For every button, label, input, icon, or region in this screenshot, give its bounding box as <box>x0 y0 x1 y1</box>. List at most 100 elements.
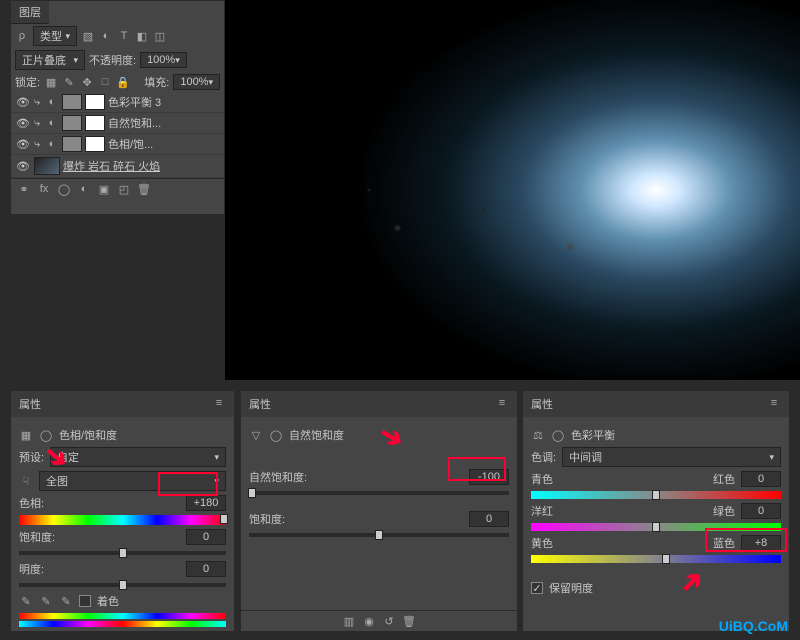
fx-icon[interactable]: fx <box>37 182 51 196</box>
sat-input[interactable]: 0 <box>469 511 509 527</box>
adj-thumb <box>62 136 82 152</box>
new-layer-icon[interactable]: ◰ <box>117 182 131 196</box>
opacity-input[interactable]: 100%▾ <box>140 52 187 68</box>
gradient-strip-top <box>19 613 226 619</box>
lightness-label: 明度: <box>19 561 44 577</box>
adj-thumb <box>62 94 82 110</box>
tone-label: 色调: <box>531 449 556 465</box>
layer-row[interactable]: 👁 ⤷ ◐ 色彩平衡 3 <box>11 92 224 113</box>
mask-indicator-icon: ◯ <box>39 428 53 442</box>
panel-menu-icon[interactable]: ≡ <box>212 396 226 410</box>
adjustment-name: 色相/饱和度 <box>59 427 117 443</box>
adjustment-filter-icon[interactable]: ◐ <box>99 29 113 43</box>
lock-label: 锁定: <box>15 74 40 90</box>
layer-name[interactable]: 爆炸 岩石 碎石 火焰 <box>63 158 160 174</box>
fill-input[interactable]: 100%▾ <box>173 74 220 90</box>
view-previous-icon[interactable]: ◉ <box>362 614 376 628</box>
shape-filter-icon[interactable]: ◧ <box>135 29 149 43</box>
visibility-icon[interactable]: 👁 <box>15 117 31 130</box>
trash-icon[interactable]: 🗑 <box>137 182 151 196</box>
adjustment-icon: ◐ <box>45 137 59 151</box>
layer-row[interactable]: 👁 ⤷ ◐ 自然饱和... <box>11 113 224 134</box>
adjustment-name: 自然饱和度 <box>289 427 344 443</box>
hue-sat-panel: 属性≡ ▦◯色相/饱和度 预设:自定▾ ☟全图▾ 色相:+180 饱和度:0 明… <box>10 390 235 632</box>
adj-thumb <box>62 115 82 131</box>
green-label: 绿色 <box>713 503 735 519</box>
yellow-label: 黄色 <box>531 535 553 551</box>
hue-slider[interactable] <box>19 515 226 525</box>
eyedropper-minus-icon[interactable]: ✎ <box>59 594 73 608</box>
link-icon[interactable]: ⚭ <box>17 182 31 196</box>
visibility-icon[interactable]: 👁 <box>15 160 31 173</box>
sat-label: 饱和度: <box>249 511 285 527</box>
mask-thumb[interactable] <box>85 94 105 110</box>
sat-input[interactable]: 0 <box>186 529 226 545</box>
panel-title: 属性 <box>249 396 271 412</box>
new-adjust-icon[interactable]: ◐ <box>77 182 91 196</box>
layer-name[interactable]: 自然饱和... <box>108 115 161 131</box>
mask-thumb[interactable] <box>85 115 105 131</box>
gradient-strip-bottom <box>19 621 226 627</box>
image-filter-icon[interactable]: ▧ <box>81 29 95 43</box>
sat-label: 饱和度: <box>19 529 55 545</box>
visibility-icon[interactable]: 👁 <box>15 138 31 151</box>
lightness-slider[interactable] <box>19 583 226 587</box>
eyedropper-plus-icon[interactable]: ✎ <box>39 594 53 608</box>
filter-type-dropdown[interactable]: 类型▾ <box>33 26 77 46</box>
highlight-box <box>158 472 218 496</box>
preset-dropdown[interactable]: 自定▾ <box>50 447 226 467</box>
layer-row[interactable]: 👁 ⤷ ◐ 色相/饱... <box>11 134 224 155</box>
cr-input[interactable]: 0 <box>741 471 781 487</box>
panel-menu-icon[interactable]: ≡ <box>767 396 781 410</box>
vibrance-panel: 属性≡ ▽◯自然饱和度 自然饱和度:-100 饱和度:0 ▥ ◉ ↺ 🗑 <box>240 390 518 632</box>
lock-position-icon[interactable]: ✥ <box>80 75 94 89</box>
layer-name[interactable]: 色彩平衡 3 <box>108 94 161 110</box>
mask-indicator-icon: ◯ <box>551 428 565 442</box>
mg-input[interactable]: 0 <box>741 503 781 519</box>
hue-input[interactable]: +180 <box>186 495 226 511</box>
colorize-label: 着色 <box>97 593 119 609</box>
layers-tab[interactable]: 图层 <box>11 1 49 24</box>
tone-dropdown[interactable]: 中间调▾ <box>562 447 781 467</box>
balance-icon: ⚖ <box>531 428 545 442</box>
magenta-label: 洋红 <box>531 503 553 519</box>
lightness-input[interactable]: 0 <box>186 561 226 577</box>
cyan-red-slider[interactable] <box>531 491 781 499</box>
canvas-viewport[interactable] <box>225 0 800 380</box>
layer-thumb <box>34 157 60 175</box>
lock-brush-icon[interactable]: ✎ <box>62 75 76 89</box>
clip-icon: ⤷ <box>34 117 42 130</box>
vibrance-icon: ▽ <box>249 428 263 442</box>
sat-slider[interactable] <box>249 533 509 537</box>
adjustment-icon: ◐ <box>45 95 59 109</box>
hue-icon: ▦ <box>19 428 33 442</box>
finger-icon[interactable]: ☟ <box>19 474 33 488</box>
smart-filter-icon[interactable]: ◫ <box>153 29 167 43</box>
layer-row[interactable]: 👁 爆炸 岩石 碎石 火焰 <box>11 155 224 178</box>
clip-icon: ⤷ <box>34 138 42 151</box>
sat-slider[interactable] <box>19 551 226 555</box>
trash-icon[interactable]: 🗑 <box>402 614 416 628</box>
adjustment-icon: ◐ <box>45 116 59 130</box>
hue-label: 色相: <box>19 495 44 511</box>
preserve-checkbox[interactable]: ✓ <box>531 582 543 594</box>
lock-artboard-icon[interactable]: □ <box>98 75 112 89</box>
reset-icon[interactable]: ↺ <box>382 614 396 628</box>
cyan-label: 青色 <box>531 471 553 487</box>
opacity-label: 不透明度: <box>89 52 136 68</box>
layer-name[interactable]: 色相/饱... <box>108 136 153 152</box>
clip-toggle-icon[interactable]: ▥ <box>342 614 356 628</box>
type-filter-icon[interactable]: T <box>117 29 131 43</box>
mask-icon[interactable]: ◯ <box>57 182 71 196</box>
group-icon[interactable]: ▣ <box>97 182 111 196</box>
blend-mode-dropdown[interactable]: 正片叠底▾ <box>15 50 85 70</box>
lock-all-icon[interactable]: 🔒 <box>116 75 130 89</box>
yellow-blue-slider[interactable] <box>531 555 781 563</box>
mask-thumb[interactable] <box>85 136 105 152</box>
visibility-icon[interactable]: 👁 <box>15 96 31 109</box>
colorize-checkbox[interactable] <box>79 595 91 607</box>
eyedropper-icon[interactable]: ✎ <box>19 594 33 608</box>
lock-pixels-icon[interactable]: ▦ <box>44 75 58 89</box>
vibrance-slider[interactable] <box>249 491 509 495</box>
panel-menu-icon[interactable]: ≡ <box>495 396 509 410</box>
